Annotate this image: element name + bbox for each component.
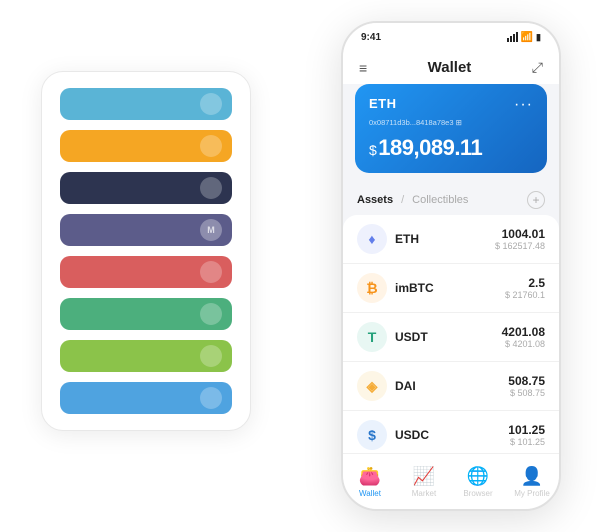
nav-label-browser: Browser (463, 489, 492, 498)
color-bar-5 (60, 298, 232, 330)
battery-icon: ▮ (536, 32, 541, 43)
status-time: 9:41 (361, 32, 381, 43)
nav-item-market[interactable]: 📈 Market (397, 466, 451, 498)
color-bar-1 (60, 130, 232, 162)
nav-item-my-profile[interactable]: 👤 My Profile (505, 466, 559, 498)
header-title: Wallet (428, 59, 472, 76)
nav-item-wallet[interactable]: 👛 Wallet (343, 466, 397, 498)
color-bar-3: M (60, 214, 232, 246)
asset-usd: $ 4201.08 (502, 339, 545, 349)
asset-amount: 101.25 (508, 423, 545, 437)
eth-card[interactable]: ETH ··· 0x08711d3b...8418a78e3 ⊞ $189,08… (355, 84, 547, 173)
asset-item-eth[interactable]: ♦ ETH1004.01$ 162517.48 (343, 215, 559, 264)
nav-icon-my-profile: 👤 (521, 466, 543, 487)
phone: 9:41 📶 ▮ ≡ Wallet ⤢ ETH (341, 21, 561, 511)
signal-icon (507, 32, 518, 42)
asset-icon-usdc: $ (357, 420, 387, 450)
asset-usd: $ 101.25 (508, 437, 545, 447)
phone-header: ≡ Wallet ⤢ (343, 51, 559, 84)
nav-label-wallet: Wallet (359, 489, 381, 498)
asset-icon-dai: ◈ (357, 371, 387, 401)
assets-tabs: Assets / Collectibles (357, 194, 468, 206)
bottom-nav: 👛 Wallet 📈 Market 🌐 Browser 👤 My Profile (343, 453, 559, 509)
eth-balance-value: 189,089.11 (378, 135, 482, 160)
status-icons: 📶 ▮ (507, 32, 541, 43)
asset-amount: 2.5 (505, 276, 545, 290)
nav-icon-market: 📈 (413, 466, 435, 487)
asset-values-imbtc: 2.5$ 21760.1 (505, 276, 545, 300)
color-bar-2 (60, 172, 232, 204)
eth-card-top: ETH ··· (369, 96, 533, 114)
asset-icon-usdt: T (357, 322, 387, 352)
asset-name-imbtc: imBTC (395, 281, 505, 295)
asset-usd: $ 508.75 (508, 388, 545, 398)
tab-divider: / (401, 194, 404, 206)
color-bar-7 (60, 382, 232, 414)
asset-icon-eth: ♦ (357, 224, 387, 254)
assets-header: Assets / Collectibles + (343, 183, 559, 215)
color-bar-0 (60, 88, 232, 120)
asset-amount: 508.75 (508, 374, 545, 388)
color-bar-4 (60, 256, 232, 288)
eth-dollar-sign: $ (369, 142, 376, 158)
asset-item-usdt[interactable]: T USDT4201.08$ 4201.08 (343, 313, 559, 362)
eth-card-dots[interactable]: ··· (514, 96, 533, 114)
add-asset-button[interactable]: + (527, 191, 545, 209)
asset-list: ♦ ETH1004.01$ 162517.48 ₿ imBTC2.5$ 21760.1… (343, 215, 559, 453)
nav-icon-browser: 🌐 (467, 466, 489, 487)
asset-item-usdc[interactable]: $ USDC101.25$ 101.25 (343, 411, 559, 453)
nav-item-browser[interactable]: 🌐 Browser (451, 466, 505, 498)
asset-name-usdt: USDT (395, 330, 502, 344)
nav-label-my-profile: My Profile (514, 489, 550, 498)
tab-collectibles[interactable]: Collectibles (412, 194, 468, 206)
asset-item-imbtc[interactable]: ₿ imBTC2.5$ 21760.1 (343, 264, 559, 313)
asset-name-usdc: USDC (395, 428, 508, 442)
asset-values-usdt: 4201.08$ 4201.08 (502, 325, 545, 349)
asset-name-dai: DAI (395, 379, 508, 393)
nav-icon-wallet: 👛 (359, 466, 381, 487)
nav-label-market: Market (412, 489, 436, 498)
phone-content: ETH ··· 0x08711d3b...8418a78e3 ⊞ $189,08… (343, 84, 559, 453)
asset-values-usdc: 101.25$ 101.25 (508, 423, 545, 447)
bg-card: M (41, 71, 251, 431)
asset-icon-imbtc: ₿ (357, 273, 387, 303)
wifi-icon: 📶 (521, 32, 533, 43)
eth-card-label: ETH (369, 96, 397, 111)
asset-usd: $ 162517.48 (495, 241, 545, 251)
expand-icon[interactable]: ⤢ (532, 59, 543, 76)
asset-name-eth: ETH (395, 232, 495, 246)
asset-usd: $ 21760.1 (505, 290, 545, 300)
asset-item-dai[interactable]: ◈ DAI508.75$ 508.75 (343, 362, 559, 411)
status-bar: 9:41 📶 ▮ (343, 23, 559, 51)
color-bar-6 (60, 340, 232, 372)
asset-values-dai: 508.75$ 508.75 (508, 374, 545, 398)
asset-values-eth: 1004.01$ 162517.48 (495, 227, 545, 251)
asset-amount: 4201.08 (502, 325, 545, 339)
eth-balance: $189,089.11 (369, 135, 533, 161)
tab-assets[interactable]: Assets (357, 194, 393, 206)
eth-address: 0x08711d3b...8418a78e3 ⊞ (369, 118, 533, 127)
asset-amount: 1004.01 (495, 227, 545, 241)
menu-icon[interactable]: ≡ (359, 60, 367, 76)
scene: M 9:41 📶 ▮ ≡ Wallet ⤢ (11, 11, 591, 521)
